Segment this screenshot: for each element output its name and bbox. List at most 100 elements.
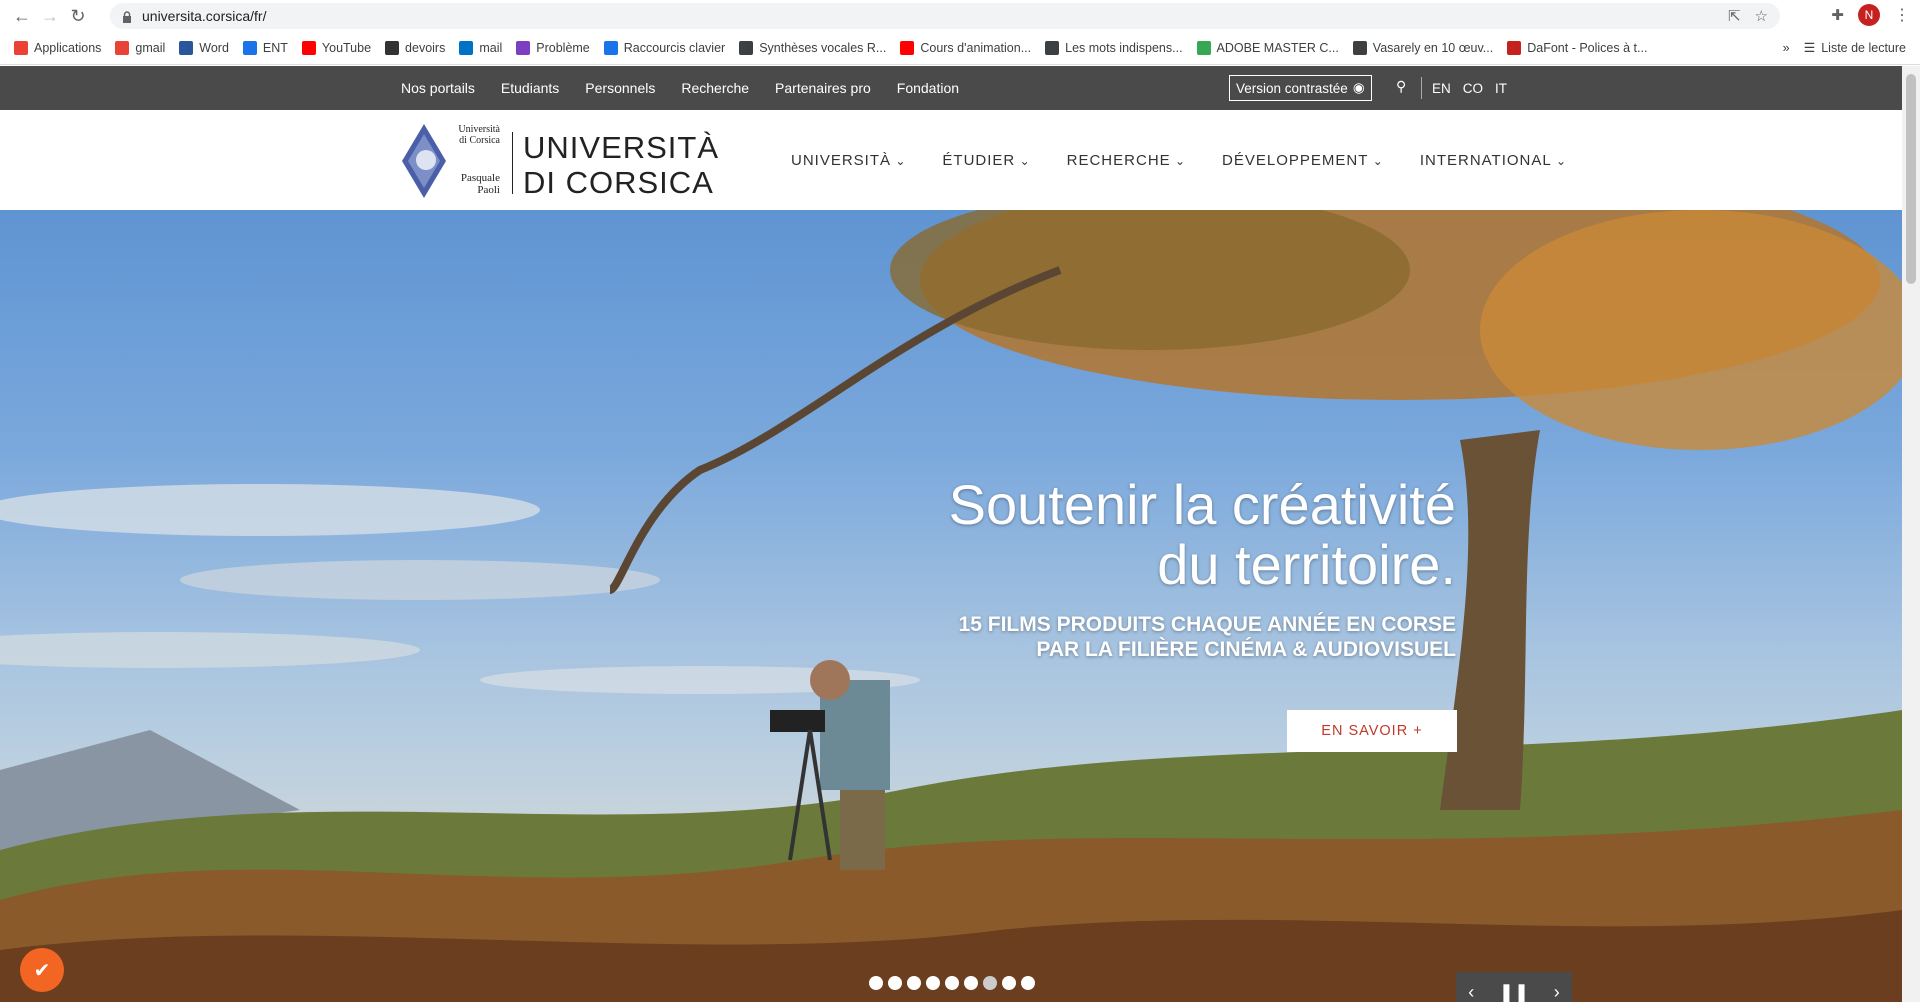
- scrollbar[interactable]: [1902, 66, 1920, 1002]
- main-nav-label: RECHERCHE: [1066, 151, 1171, 169]
- bookmark-item[interactable]: ADOBE MASTER C...: [1196, 41, 1339, 55]
- slide-dot[interactable]: [1002, 976, 1016, 990]
- chevron-down-icon: ⌄: [891, 153, 907, 168]
- hero-slider: Soutenir la créativité du territoire. 15…: [0, 210, 1902, 1002]
- bookmark-item[interactable]: mail: [459, 41, 502, 55]
- bookmark-favicon-icon: [459, 41, 474, 55]
- bookmark-item[interactable]: Vasarely en 10 œuv...: [1352, 41, 1493, 55]
- bookmark-item[interactable]: Les mots indispens...: [1045, 41, 1183, 55]
- scrollbar-thumb[interactable]: [1906, 74, 1916, 284]
- topbar-link[interactable]: Partenaires pro: [775, 80, 871, 96]
- hero-subtitle-line: 15 FILMS PRODUITS CHAQUE ANNÉE EN CORSE: [958, 613, 1456, 636]
- main-nav-label: DÉVELOPPEMENT: [1222, 151, 1369, 169]
- lock-icon: [122, 10, 132, 23]
- slide-dot[interactable]: [888, 976, 902, 990]
- bookmark-label: DaFont - Polices à t...: [1527, 41, 1648, 55]
- bookmark-label: YouTube: [321, 41, 372, 55]
- hero-title: Soutenir la créativité du territoire.: [949, 475, 1456, 595]
- topbar-link[interactable]: Fondation: [897, 80, 959, 96]
- bookmark-label: ENT: [262, 41, 288, 55]
- language-option[interactable]: IT: [1495, 81, 1507, 96]
- hero-subtitle-line: PAR LA FILIÈRE CINÉMA & AUDIOVISUEL: [1036, 638, 1456, 661]
- slide-dot[interactable]: [945, 976, 959, 990]
- slide-dot[interactable]: [869, 976, 883, 990]
- slide-dot[interactable]: [907, 976, 921, 990]
- language-option[interactable]: EN: [1432, 81, 1451, 96]
- logo-small-text: Pasquale: [460, 172, 500, 184]
- chevron-down-icon: ⌄: [1551, 153, 1568, 168]
- eye-icon: ◉: [1352, 80, 1365, 95]
- main-nav-item[interactable]: ÉTUDIER ⌄: [942, 152, 1030, 169]
- hero-title-line: du territoire.: [1157, 533, 1456, 596]
- topbar-link[interactable]: Nos portails: [401, 80, 475, 96]
- logo-emblem: Università di Corsica Pasquale Paoli: [402, 122, 502, 200]
- next-slide-icon[interactable]: ›: [1554, 982, 1560, 1002]
- bookmark-item[interactable]: Cours d'animation...: [900, 41, 1031, 55]
- learn-more-button[interactable]: EN SAVOIR +: [1287, 710, 1457, 752]
- back-icon[interactable]: ←: [8, 2, 36, 30]
- bookmark-label: Les mots indispens...: [1065, 41, 1183, 55]
- topbar-link[interactable]: Personnels: [585, 80, 655, 96]
- bookmark-item[interactable]: devoirs: [385, 41, 445, 55]
- prev-slide-icon[interactable]: ‹: [1468, 982, 1474, 1002]
- bookmark-label: Cours d'animation...: [920, 41, 1032, 55]
- main-nav-item[interactable]: RECHERCHE ⌄: [1067, 152, 1186, 169]
- bookmark-favicon-icon: [1045, 41, 1060, 55]
- bookmark-favicon-icon: [739, 41, 754, 55]
- slider-controls: ‹ ❚❚ ›: [1456, 972, 1572, 1002]
- forward-icon[interactable]: →: [36, 2, 64, 30]
- reading-list[interactable]: ☰ Liste de lecture: [1804, 40, 1906, 56]
- bookmark-favicon-icon: [1507, 41, 1522, 55]
- address-bar[interactable]: universita.corsica/fr/ ⇱ ☆: [110, 3, 1780, 29]
- chevron-down-icon: ⌄: [1015, 153, 1031, 168]
- reading-list-label: Liste de lecture: [1821, 41, 1906, 55]
- bookmark-favicon-icon: [1352, 41, 1367, 55]
- bookmark-item[interactable]: Synthèses vocales R...: [739, 41, 886, 55]
- hero-subtitle: 15 FILMS PRODUITS CHAQUE ANNÉE EN CORSE …: [959, 612, 1456, 662]
- slider-dots: [869, 976, 1035, 990]
- bookmark-item[interactable]: Problème: [516, 41, 590, 55]
- share-icon[interactable]: ⇱: [1728, 7, 1741, 25]
- accessibility-check-icon[interactable]: ✔: [20, 948, 64, 992]
- reload-icon[interactable]: ↻: [64, 2, 92, 30]
- chevron-down-icon: ⌄: [1170, 153, 1187, 168]
- bookmark-item[interactable]: Applications: [14, 41, 101, 55]
- main-nav-item[interactable]: DÉVELOPPEMENT ⌄: [1222, 152, 1384, 169]
- pause-icon[interactable]: ❚❚: [1499, 982, 1529, 1002]
- chevron-down-icon: ⌄: [1368, 153, 1384, 168]
- university-logo[interactable]: Università di Corsica Pasquale Paoli UNI…: [402, 122, 718, 200]
- bookmark-item[interactable]: gmail: [115, 41, 165, 55]
- topbar-link[interactable]: Recherche: [681, 80, 749, 96]
- bookmark-label: Applications: [34, 41, 102, 55]
- search-icon[interactable]: ⚲: [1396, 78, 1406, 95]
- bookmark-item[interactable]: Raccourcis clavier: [603, 41, 725, 55]
- menu-icon[interactable]: ⋮: [1894, 5, 1910, 25]
- bookmarks-bar: Applications gmail Word ENT YouTube devoirs ma…: [0, 32, 1920, 65]
- main-nav-label: ÉTUDIER: [942, 151, 1016, 169]
- bookmark-item[interactable]: DaFont - Polices à t...: [1507, 41, 1647, 55]
- bookmark-item[interactable]: Word: [179, 41, 229, 55]
- bookmark-label: mail: [479, 41, 503, 55]
- avatar[interactable]: N: [1858, 4, 1880, 26]
- bookmarks-overflow-icon[interactable]: »: [1783, 41, 1790, 55]
- bookmark-favicon-icon: [301, 41, 316, 55]
- logo-small-text: di Corsica: [459, 135, 500, 146]
- slide-dot[interactable]: [983, 976, 997, 990]
- bookmark-item[interactable]: YouTube: [301, 41, 372, 55]
- slide-dot[interactable]: [964, 976, 978, 990]
- slide-dot[interactable]: [1021, 976, 1035, 990]
- bookmark-star-icon[interactable]: ☆: [1755, 7, 1768, 25]
- main-nav-item[interactable]: INTERNATIONAL ⌄: [1420, 152, 1567, 169]
- logo-small-text: Paoli: [477, 184, 500, 196]
- main-nav-item[interactable]: UNIVERSITÀ ⌄: [791, 152, 906, 169]
- bookmark-favicon-icon: [242, 41, 257, 55]
- language-option[interactable]: CO: [1463, 81, 1483, 96]
- slide-dot[interactable]: [926, 976, 940, 990]
- bookmark-label: Word: [199, 41, 229, 55]
- bookmark-item[interactable]: ENT: [242, 41, 288, 55]
- hero-image: [0, 210, 1902, 1002]
- topbar-link[interactable]: Etudiants: [501, 80, 559, 96]
- extensions-icon[interactable]: ✚: [1831, 6, 1844, 24]
- contrast-toggle-button[interactable]: Version contrastée ◉: [1229, 75, 1372, 101]
- bookmark-favicon-icon: [14, 41, 28, 55]
